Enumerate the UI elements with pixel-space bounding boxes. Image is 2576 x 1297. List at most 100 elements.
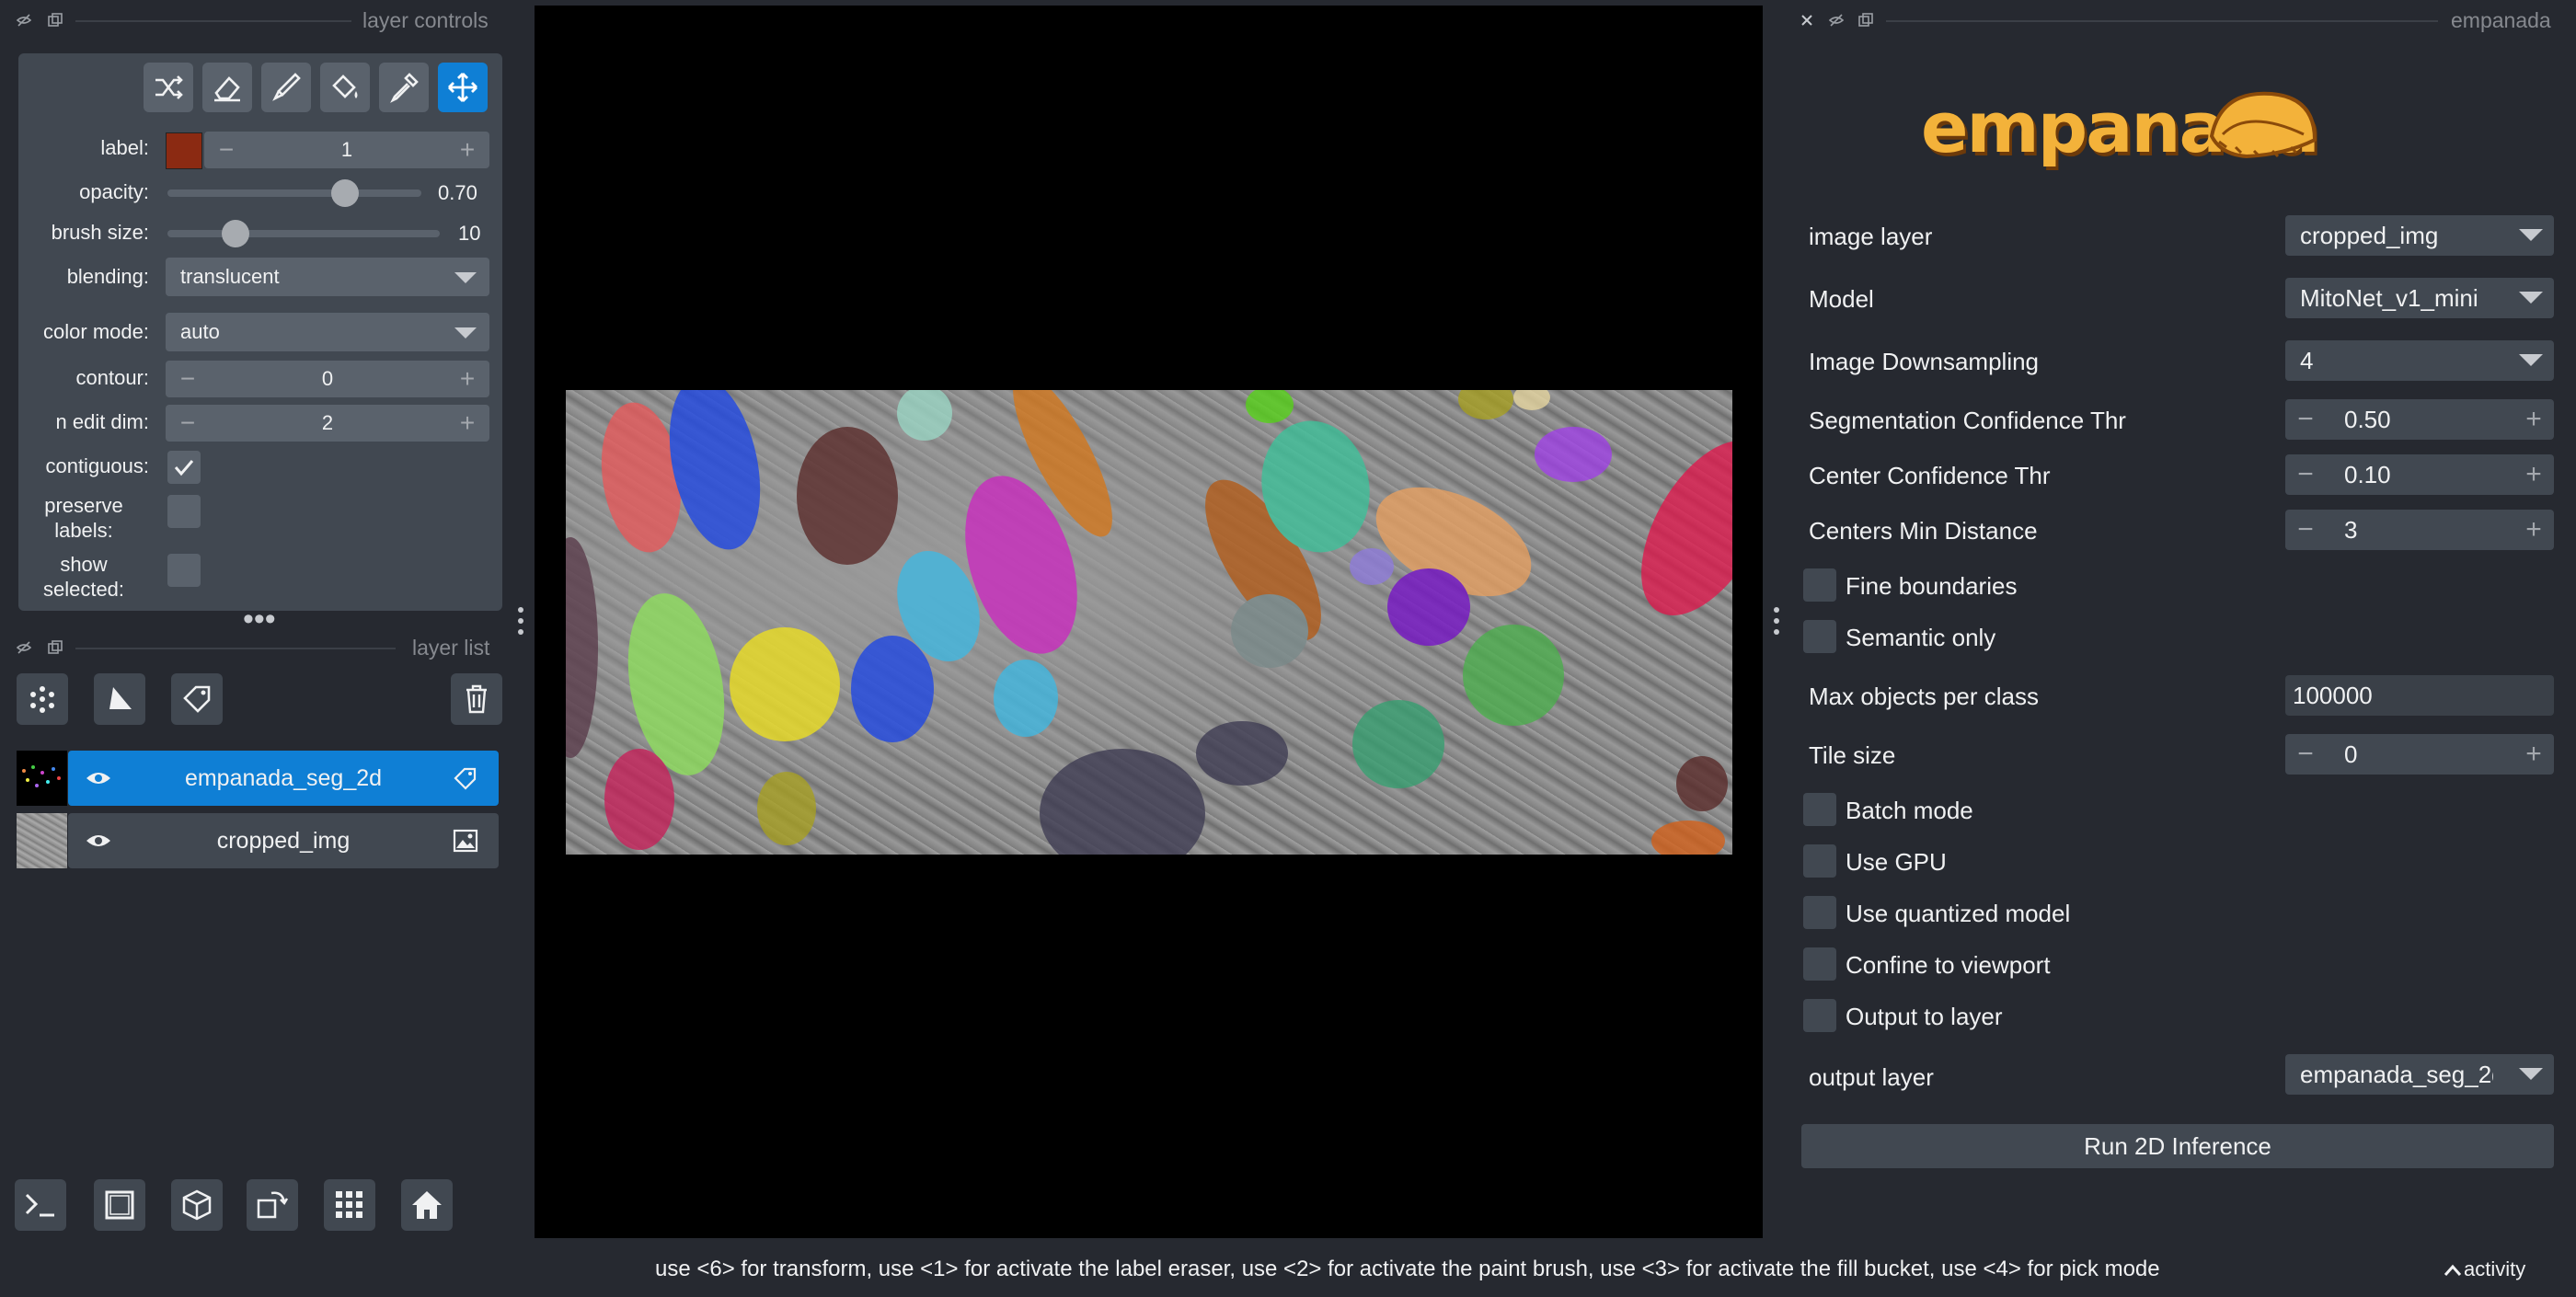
opacity-slider-handle[interactable] (331, 179, 360, 207)
label-value[interactable]: 1 (241, 132, 453, 168)
header-divider (75, 20, 351, 22)
contour-spinbox[interactable]: −0 + (166, 361, 489, 397)
layer-name[interactable]: cropped_img (68, 813, 499, 868)
points-icon (30, 686, 54, 713)
center-conf-spinbox[interactable]: −0.10 + (2285, 454, 2554, 495)
centers-min-value[interactable]: 3 (2344, 510, 2357, 550)
decrement-icon[interactable]: − (171, 405, 204, 442)
centers-min-spinbox[interactable]: −3 + (2285, 510, 2554, 550)
label-spinbox[interactable]: −1 + (204, 132, 489, 168)
increment-icon[interactable]: + (451, 361, 484, 397)
increment-icon[interactable]: + (2517, 399, 2550, 440)
increment-icon[interactable]: + (2517, 734, 2550, 775)
2d-3d-toggle-button[interactable] (94, 1179, 145, 1231)
home-button[interactable] (401, 1179, 453, 1231)
decrement-icon[interactable]: − (2289, 510, 2322, 550)
confine-viewport-checkbox[interactable] (1803, 947, 1836, 981)
output-layer-dropdown[interactable]: empanada_seg_2d (2285, 1054, 2554, 1095)
model-value: MitoNet_v1_mini (2300, 284, 2478, 312)
output-to-layer-checkbox[interactable] (1803, 999, 1836, 1032)
paint-brush-icon (272, 73, 301, 101)
increment-icon[interactable]: + (451, 132, 484, 168)
segmentation-overlay (566, 390, 1732, 855)
paint-brush-button[interactable] (261, 63, 311, 112)
run-2d-inference-button[interactable]: Run 2D Inference (1801, 1124, 2554, 1168)
eye-hide-icon[interactable] (17, 640, 31, 655)
model-dropdown[interactable]: MitoNet_v1_mini (2285, 278, 2554, 318)
float-window-icon[interactable] (48, 640, 63, 655)
checkmark-icon (174, 460, 194, 476)
panel-resize-handle[interactable]: ••• (243, 603, 276, 635)
downsampling-label: Image Downsampling (1809, 348, 2040, 375)
batch-mode-checkbox[interactable] (1803, 793, 1836, 826)
layer-row-cropped-img[interactable]: cropped_img (68, 813, 499, 868)
right-splitter-handle[interactable] (1774, 607, 1779, 640)
contour-value[interactable]: 0 (202, 361, 453, 397)
tile-size-spinbox[interactable]: −0 + (2285, 734, 2554, 775)
increment-icon[interactable]: + (2517, 454, 2550, 495)
tile-size-value[interactable]: 0 (2344, 734, 2357, 775)
shuffle-colors-button[interactable] (144, 63, 193, 112)
color-picker-icon (390, 73, 419, 103)
downsampling-dropdown[interactable]: 4 (2285, 340, 2554, 381)
opacity-slider[interactable] (167, 189, 421, 197)
increment-icon[interactable]: + (2517, 510, 2550, 550)
console-button[interactable] (15, 1179, 66, 1231)
eye-hide-icon[interactable] (1829, 13, 1844, 28)
float-window-icon[interactable] (48, 13, 63, 28)
use-quantized-checkbox[interactable] (1803, 896, 1836, 929)
chevron-down-icon (2519, 292, 2543, 304)
color-mode-dropdown[interactable]: auto (166, 313, 489, 351)
fill-bucket-button[interactable] (320, 63, 370, 112)
delete-layer-button[interactable] (451, 673, 502, 725)
show-selected-checkbox[interactable] (167, 554, 201, 587)
center-conf-value[interactable]: 0.10 (2344, 454, 2391, 495)
brush-size-slider[interactable] (167, 230, 440, 237)
decrement-icon[interactable]: − (210, 132, 243, 168)
grid-view-button[interactable] (324, 1179, 375, 1231)
contiguous-checkbox[interactable] (167, 451, 201, 484)
new-labels-layer-button[interactable] (171, 673, 223, 725)
layer-row-empanada-seg-2d[interactable]: empanada_seg_2d (68, 751, 499, 806)
n-edit-dim-spinbox[interactable]: −2 + (166, 405, 489, 442)
seg-conf-value[interactable]: 0.50 (2344, 399, 2391, 440)
decrement-icon[interactable]: − (2289, 399, 2322, 440)
image-layer-dropdown[interactable]: cropped_img (2285, 215, 2554, 256)
chevron-down-icon (454, 327, 477, 339)
transpose-button[interactable] (247, 1179, 298, 1231)
roll-dims-button[interactable] (171, 1179, 223, 1231)
color-picker-button[interactable] (379, 63, 429, 112)
left-splitter-handle[interactable] (518, 607, 523, 640)
move-button[interactable] (438, 63, 488, 112)
output-to-layer-label: Output to layer (1846, 1003, 2003, 1030)
preserve-labels-checkbox[interactable] (167, 495, 201, 528)
color-mode-value: auto (180, 320, 220, 343)
fine-boundaries-checkbox[interactable] (1803, 568, 1836, 602)
decrement-icon[interactable]: − (2289, 734, 2322, 775)
increment-icon[interactable]: + (451, 405, 484, 442)
label-color-swatch[interactable] (166, 132, 202, 169)
use-gpu-checkbox[interactable] (1803, 844, 1836, 878)
n-edit-dim-value[interactable]: 2 (202, 405, 453, 442)
new-points-layer-button[interactable] (17, 673, 68, 725)
decrement-icon[interactable]: − (171, 361, 204, 397)
segmented-image[interactable] (566, 390, 1732, 855)
close-icon[interactable] (1800, 13, 1814, 28)
layer-name[interactable]: empanada_seg_2d (68, 751, 499, 806)
float-window-icon[interactable] (1858, 13, 1873, 28)
chevron-down-icon (454, 272, 477, 283)
activity-button[interactable]: activity (2444, 1257, 2525, 1281)
eraser-button[interactable] (202, 63, 252, 112)
eye-hide-icon[interactable] (17, 13, 31, 28)
centers-min-label: Centers Min Distance (1809, 517, 2038, 545)
semantic-only-checkbox[interactable] (1803, 620, 1836, 653)
brush-size-slider-handle[interactable] (222, 220, 249, 247)
blending-dropdown[interactable]: translucent (166, 258, 489, 296)
new-shapes-layer-button[interactable] (94, 673, 145, 725)
max-objects-input[interactable]: 100000 (2285, 675, 2554, 716)
image-icon (453, 829, 478, 853)
decrement-icon[interactable]: − (2289, 454, 2322, 495)
max-objects-value[interactable]: 100000 (2293, 675, 2373, 716)
seg-conf-spinbox[interactable]: −0.50 + (2285, 399, 2554, 440)
trash-icon (466, 684, 487, 714)
